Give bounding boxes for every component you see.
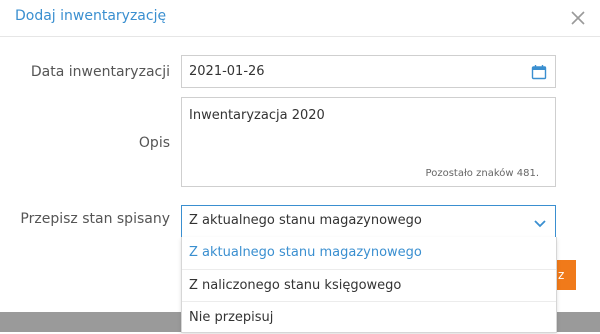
stock-dropdown-list: Z aktualnego stanu magazynowego Z nalicz…	[181, 237, 557, 333]
date-label: Data inwentaryzacji	[30, 64, 170, 80]
calendar-icon[interactable]	[531, 64, 547, 80]
modal-title: Dodaj inwentaryzację	[15, 8, 167, 24]
description-label: Opis	[138, 135, 170, 151]
dropdown-option-accounting-stock[interactable]: Z naliczonego stanu księgowego	[182, 269, 556, 301]
stock-select[interactable]: Z aktualnego stanu magazynowego	[181, 205, 556, 238]
close-icon[interactable]	[570, 10, 586, 26]
description-textarea[interactable]: Inwentaryzacja 2020 Pozostało znaków 481…	[181, 97, 556, 187]
description-value: Inwentaryzacja 2020	[189, 108, 325, 123]
chevron-down-icon[interactable]	[532, 215, 548, 231]
date-value: 2021-01-26	[189, 64, 265, 79]
stock-label: Przepisz stan spisany	[20, 211, 170, 227]
stock-selected-value: Z aktualnego stanu magazynowego	[189, 213, 422, 228]
remaining-chars-counter: Pozostało znaków 481.	[425, 168, 539, 179]
dropdown-option-current-stock[interactable]: Z aktualnego stanu magazynowego	[182, 237, 556, 269]
dropdown-option-no-copy[interactable]: Nie przepisuj	[182, 301, 556, 333]
modal-header: Dodaj inwentaryzację	[0, 0, 600, 37]
date-field[interactable]: 2021-01-26	[181, 55, 556, 88]
submit-button-label: z	[558, 268, 565, 282]
